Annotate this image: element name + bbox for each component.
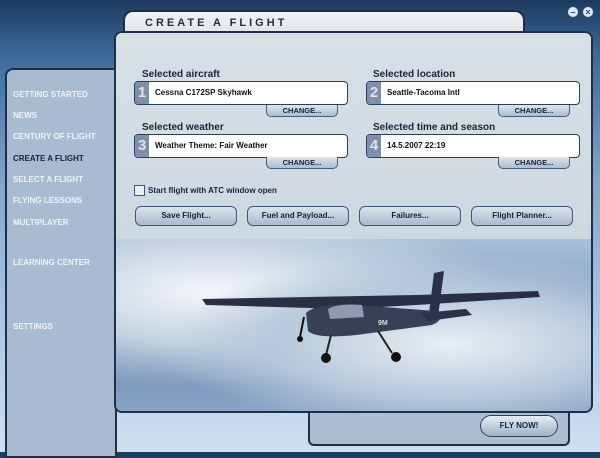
page-title: CREATE A FLIGHT: [145, 17, 288, 29]
flight-planner-button[interactable]: Flight Planner...: [471, 206, 573, 226]
change-location-button[interactable]: CHANGE...: [498, 105, 570, 117]
atc-checkbox[interactable]: [134, 185, 145, 196]
sidebar-item-settings[interactable]: SETTINGS: [13, 322, 53, 331]
aircraft-value: Cessna C172SP Skyhawk: [155, 88, 252, 97]
aircraft-photo: 9M: [116, 239, 591, 411]
settings-area: Selected aircraft 1 Cessna C172SP Skyhawk…: [116, 33, 591, 239]
sidebar-item-news[interactable]: NEWS: [13, 111, 37, 120]
weather-value: Weather Theme: Fair Weather: [155, 141, 268, 150]
location-label: Selected location: [373, 69, 456, 80]
close-button[interactable]: ×: [582, 6, 594, 18]
location-field[interactable]: 2 Seattle-Tacoma Intl: [366, 81, 580, 105]
sidebar-item-learning-center[interactable]: LEARNING CENTER: [13, 258, 90, 267]
sidebar-item-multiplayer[interactable]: MULTIPLAYER: [13, 218, 69, 227]
sidebar-item-select-a-flight[interactable]: SELECT A FLIGHT: [13, 175, 83, 184]
aircraft-label: Selected aircraft: [142, 69, 220, 80]
step-number: 3: [135, 135, 149, 157]
sidebar-item-century-of-flight[interactable]: CENTURY OF FLIGHT: [13, 132, 96, 141]
airplane-image: 9M: [202, 271, 540, 363]
change-aircraft-button[interactable]: CHANGE...: [266, 105, 338, 117]
fly-now-button[interactable]: FLY NOW!: [480, 415, 558, 437]
fuel-payload-button[interactable]: Fuel and Payload...: [247, 206, 349, 226]
sidebar-item-create-a-flight[interactable]: CREATE A FLIGHT: [13, 154, 84, 163]
time-label: Selected time and season: [373, 122, 496, 133]
registration-text: 9M: [378, 320, 388, 327]
time-value: 14.5.2007 22:19: [387, 141, 446, 150]
weather-field[interactable]: 3 Weather Theme: Fair Weather: [134, 134, 348, 158]
sidebar: GETTING STARTED NEWS CENTURY OF FLIGHT C…: [5, 68, 117, 458]
weather-label: Selected weather: [142, 122, 224, 133]
change-time-button[interactable]: CHANGE...: [498, 157, 570, 169]
step-number: 1: [135, 82, 149, 104]
save-flight-button[interactable]: Save Flight...: [135, 206, 237, 226]
step-number: 2: [367, 82, 381, 104]
window-controls: – ×: [567, 6, 594, 18]
time-field[interactable]: 4 14.5.2007 22:19: [366, 134, 580, 158]
aircraft-field[interactable]: 1 Cessna C172SP Skyhawk: [134, 81, 348, 105]
sidebar-item-getting-started[interactable]: GETTING STARTED: [13, 90, 88, 99]
minimize-button[interactable]: –: [567, 6, 579, 18]
sidebar-item-flying-lessons[interactable]: FLYING LESSONS: [13, 196, 82, 205]
change-weather-button[interactable]: CHANGE...: [266, 157, 338, 169]
failures-button[interactable]: Failures...: [359, 206, 461, 226]
step-number: 4: [367, 135, 381, 157]
main-panel: Selected aircraft 1 Cessna C172SP Skyhawk…: [114, 31, 593, 413]
location-value: Seattle-Tacoma Intl: [387, 88, 460, 97]
atc-checkbox-label[interactable]: Start flight with ATC window open: [148, 186, 277, 195]
